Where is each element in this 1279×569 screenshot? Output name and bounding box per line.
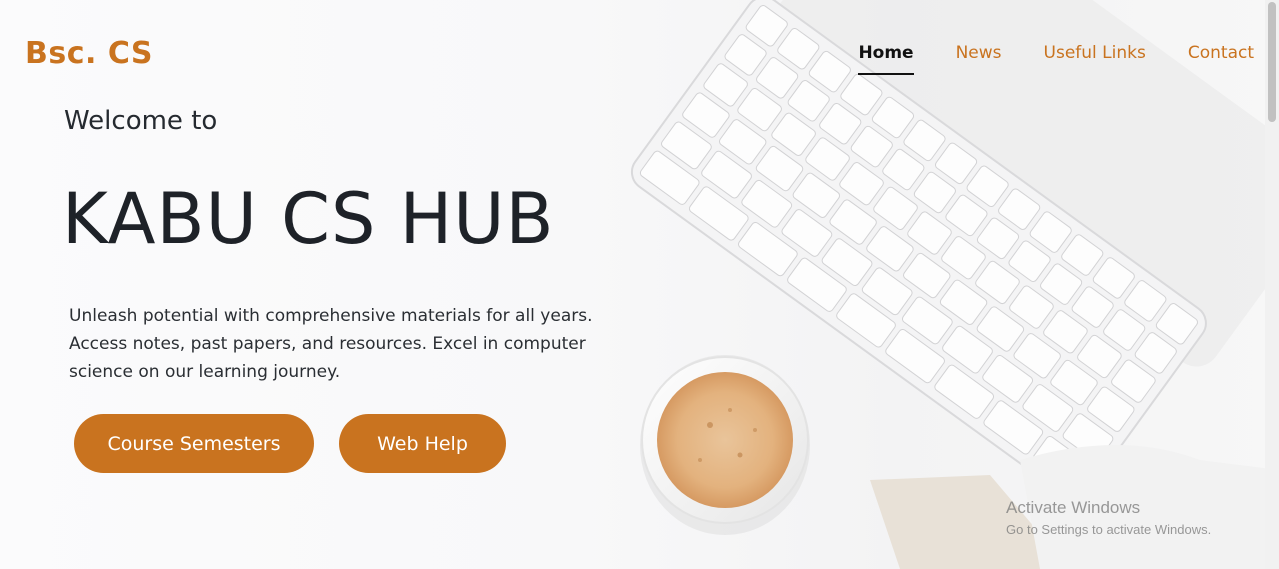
watermark-title: Activate Windows (1006, 498, 1141, 517)
brand-logo[interactable]: Bsc. CS (25, 36, 153, 71)
hero-description: Unleash potential with comprehensive mat… (69, 306, 593, 382)
keyboard-coffee-photo (630, 0, 1279, 569)
scrollbar-thumb[interactable] (1268, 2, 1276, 122)
nav-item-contact[interactable]: Contact (1188, 43, 1254, 75)
main-nav: Home News Useful Links Contact (858, 43, 1254, 75)
course-semesters-button[interactable]: Course Semesters (74, 414, 314, 473)
web-help-button[interactable]: Web Help (339, 414, 506, 473)
nav-item-news[interactable]: News (956, 43, 1002, 75)
watermark-subtitle: Go to Settings to activate Windows. (1006, 522, 1212, 537)
nav-item-useful-links[interactable]: Useful Links (1044, 43, 1146, 75)
activate-windows-watermark: Activate Windows Go to Settings to activ… (1006, 498, 1211, 537)
nav-item-home[interactable]: Home (858, 43, 914, 75)
welcome-text: Welcome to (64, 106, 218, 136)
vertical-scrollbar[interactable] (1265, 0, 1279, 569)
hero-title: KABU CS HUB (62, 178, 555, 260)
